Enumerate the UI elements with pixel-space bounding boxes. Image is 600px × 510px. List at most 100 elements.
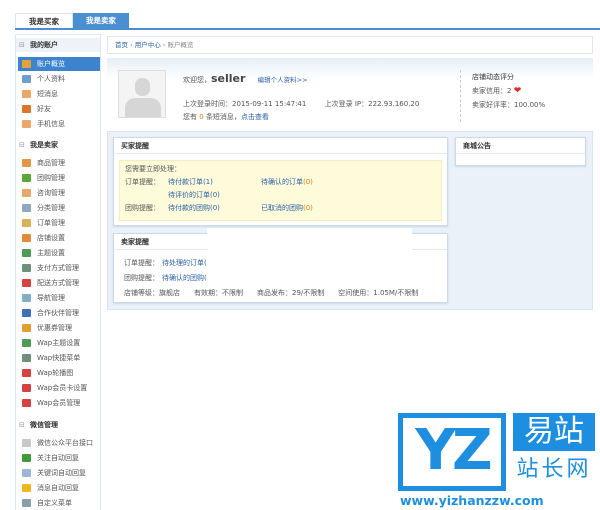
sidebar-item-label: 关键词自动回复 [37, 469, 86, 477]
follow-reply-icon [22, 454, 31, 462]
sidebar-item-label: 消息自动回复 [37, 484, 79, 492]
last-login-time: 2015-09-11 15:47:41 [232, 100, 307, 108]
pending-payment-orders-link[interactable]: 待付款订单(1) [168, 176, 213, 189]
username: seller [211, 72, 246, 85]
category-icon [22, 204, 31, 212]
rating-title: 店铺动态评分 [472, 73, 514, 81]
sidebar-item[interactable]: 关键词自动回复 [18, 466, 100, 480]
sidebar-item[interactable]: Wap轮播图 [18, 366, 100, 380]
sidebar-item[interactable]: Wap主题设置 [18, 336, 100, 350]
sidebar-item[interactable]: 消息自动回复 [18, 481, 100, 495]
tab-seller[interactable]: 我是卖家 [73, 13, 129, 29]
credit-label: 卖家信用： [472, 87, 507, 95]
wap-member-icon [22, 399, 31, 407]
sidebar-item[interactable]: 主题设置 [18, 246, 100, 260]
welcome-text: 欢迎您， [183, 76, 211, 84]
sidebar-item[interactable]: Wap会员管理 [18, 396, 100, 410]
sidebar-item[interactable]: 优惠券管理 [18, 321, 100, 335]
sidebar-item[interactable]: 合作伙伴管理 [18, 306, 100, 320]
partner-icon [22, 309, 31, 317]
pending-confirm-group-link[interactable]: 待确认的团购( [162, 271, 207, 286]
sidebar-item-label: 分类管理 [37, 204, 65, 212]
sidebar-item-label: Wap轮播图 [37, 369, 74, 377]
sidebar-item[interactable]: 分类管理 [18, 201, 100, 215]
theme-icon [22, 249, 31, 257]
sidebar-item-label: 支付方式管理 [37, 264, 79, 272]
heart-icon: ❤ [513, 86, 522, 96]
sidebar-item[interactable]: 账户概览 [18, 57, 100, 71]
sidebar-item[interactable]: 手机信息 [18, 117, 100, 131]
sidebar-item-label: 咨询管理 [37, 189, 65, 197]
tab-buyer[interactable]: 我是买家 [15, 13, 73, 29]
sidebar-item-label: 个人资料 [37, 75, 65, 83]
sidebar-item[interactable]: Wap会员卡设置 [18, 381, 100, 395]
sidebar-item-label: 商品管理 [37, 159, 65, 167]
sidebar-item-label: 主题设置 [37, 249, 65, 257]
wap-slider-icon [22, 369, 31, 377]
pending-review-orders-link[interactable]: 待评价的订单(0) [168, 189, 220, 202]
sidebar-item-label: 好友 [37, 105, 51, 113]
sidebar-section-title[interactable]: 我的账户 [16, 38, 100, 52]
navigation-icon [22, 294, 31, 302]
sidebar-item[interactable]: 咨询管理 [18, 186, 100, 200]
wap-menu-icon [22, 354, 31, 362]
star-reply-icon [22, 484, 31, 492]
pending-confirm-orders-link[interactable]: 待确认的订单(0) [261, 176, 313, 189]
breadcrumb-home[interactable]: 首页 [115, 41, 128, 49]
breadcrumb-user-center[interactable]: 用户中心 [135, 41, 161, 49]
sidebar-item[interactable]: 订单管理 [18, 216, 100, 230]
edit-profile-link[interactable]: 编辑个人资料>> [258, 76, 308, 84]
order-icon [22, 219, 31, 227]
watermark-cn-2: 站长网 [516, 457, 592, 482]
shop-level: 店铺等级：旗舰店 [124, 289, 180, 297]
order-reminder-label: 订单提醒： [125, 178, 160, 186]
sidebar-item[interactable]: 店铺设置 [18, 231, 100, 245]
sidebar-item[interactable]: 团购管理 [18, 171, 100, 185]
custom-menu-icon [22, 499, 31, 507]
pending-payment-group-link[interactable]: 待付款的团购(0) [168, 202, 220, 215]
view-messages-link[interactable]: 点击查看 [241, 113, 269, 121]
sidebar-item-label: 导航管理 [37, 294, 65, 302]
sidebar-item-label: 自定义菜单 [37, 499, 72, 507]
keyword-reply-icon [22, 469, 31, 477]
sidebar-item[interactable]: 支付方式管理 [18, 261, 100, 275]
tabs-divider [15, 28, 600, 30]
buyer-reminder-box: 买家提醒 您需要立即处理： 订单提醒： 待付款订单(1) 待确认的订单(0) 待… [113, 137, 448, 226]
last-ip-label: 上次登录 IP： [324, 100, 369, 108]
divider [460, 70, 461, 122]
sidebar-item[interactable]: 短消息 [18, 87, 100, 101]
last-ip: 222.93.160.20 [368, 100, 420, 108]
sidebar-item-label: Wap会员管理 [37, 399, 81, 407]
cancelled-group-link[interactable]: 已取消的团购(0) [261, 202, 313, 215]
last-login-label: 上次登录时间： [183, 100, 232, 108]
sidebar-item[interactable]: 关注自动回复 [18, 451, 100, 465]
sidebar-item-label: 短消息 [37, 90, 58, 98]
sidebar-section-title[interactable]: 微信管理 [16, 418, 100, 432]
sidebar-item[interactable]: 商品管理 [18, 156, 100, 170]
envelope-icon [22, 90, 31, 98]
home-icon [22, 60, 31, 68]
sidebar-item-label: 合作伙伴管理 [37, 309, 79, 317]
sidebar-item[interactable]: Wap快捷菜单 [18, 351, 100, 365]
sidebar-item[interactable]: 个人资料 [18, 72, 100, 86]
sidebar-item[interactable]: 自定义菜单 [18, 496, 100, 510]
message-suffix: 条短消息， [205, 113, 241, 121]
pending-process-orders-link[interactable]: 待处理的订单( [162, 256, 207, 271]
sidebar-item-label: Wap主题设置 [37, 339, 81, 347]
delivery-icon [22, 279, 31, 287]
buyer-notice: 您需要立即处理： [125, 165, 181, 173]
sidebar-item[interactable]: 微信公众平台接口 [18, 436, 100, 450]
goods-icon [22, 159, 31, 167]
sidebar-item-label: 关注自动回复 [37, 454, 79, 462]
sidebar-item-label: 手机信息 [37, 120, 65, 128]
friend-icon [22, 105, 31, 113]
sidebar-item-label: 店铺设置 [37, 234, 65, 242]
watermark-logo: YZ 易站 站长网 www.yizhanzzw.com [398, 413, 598, 508]
sidebar-item[interactable]: 配送方式管理 [18, 276, 100, 290]
sidebar-item-label: 账户概览 [37, 60, 65, 68]
sidebar-section-title[interactable]: 我是卖家 [16, 138, 100, 152]
sidebar-item[interactable]: 好友 [18, 102, 100, 116]
sidebar-item[interactable]: 导航管理 [18, 291, 100, 305]
buyer-reminder-title: 买家提醒 [114, 138, 447, 154]
consult-icon [22, 189, 31, 197]
